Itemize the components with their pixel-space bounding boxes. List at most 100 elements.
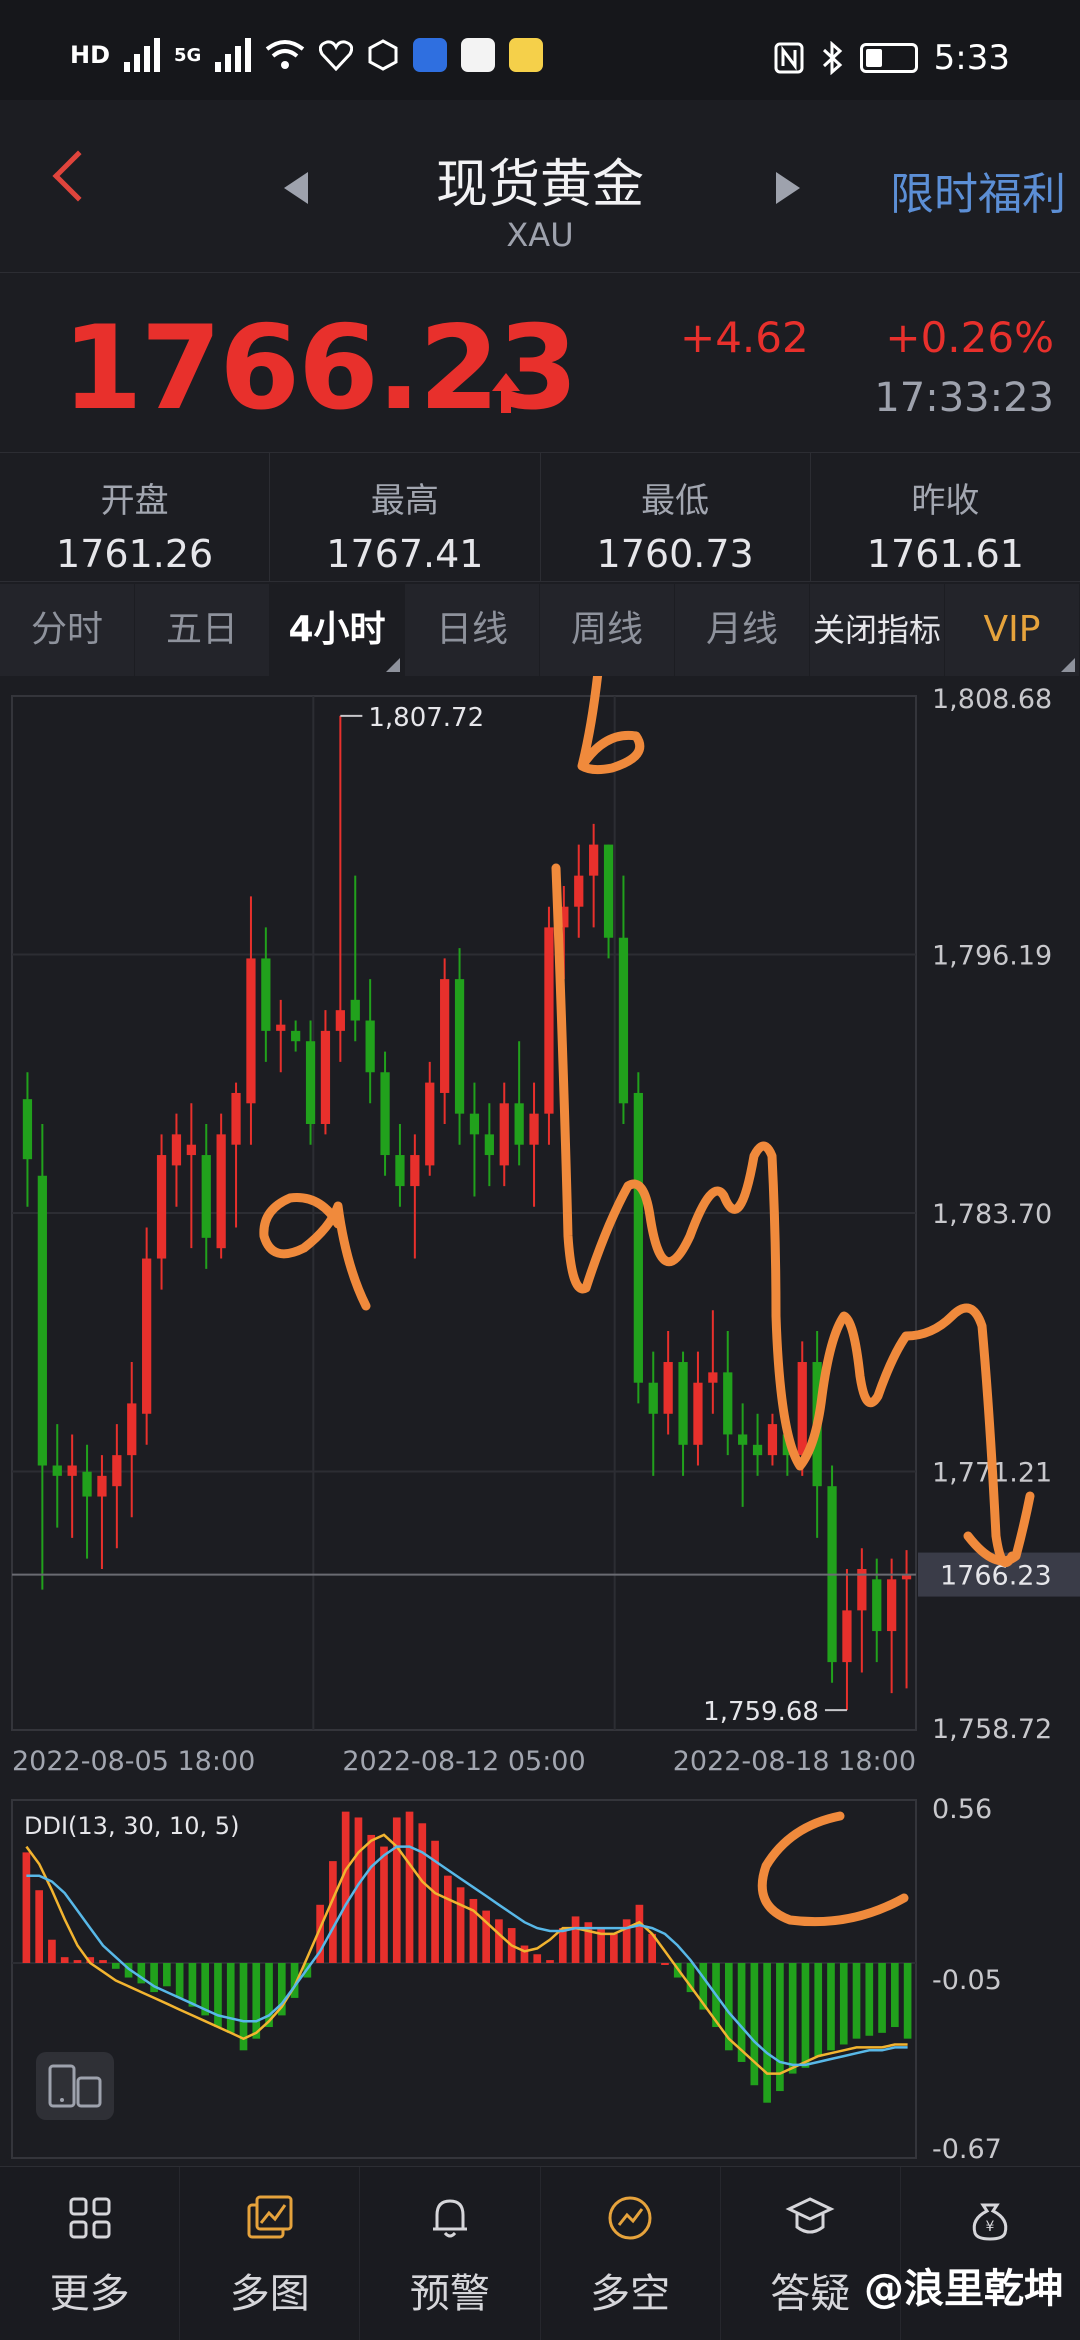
candle-body [708,1372,718,1383]
indicator-line-fast [25,1833,908,2075]
indicator-bar [22,1852,31,1963]
rotate-screen-icon [48,2064,102,2108]
hand-icon [368,39,398,71]
tab-intraday[interactable]: 分时 [0,584,135,676]
tab-monthly[interactable]: 月线 [675,584,810,676]
candlestick-chart[interactable]: 1,808.681,796.191,783.701,771.211,758.72… [0,676,1080,2166]
money-bag-icon: ¥ [973,2203,1008,2241]
nav-qa[interactable]: 答疑 [721,2167,901,2340]
indicator-bar [788,1962,797,2074]
nfc-icon [774,42,804,74]
stat-label: 昨收 [911,481,980,521]
bell-icon [432,2199,467,2238]
candle-body [261,958,271,1031]
indicator-tick-label: -0.05 [932,1965,1002,1996]
candle-body [291,1030,301,1042]
timeframe-tabs: 分时 五日 4小时 日线 周线 月线 关闭指标 VIP [0,584,1080,676]
tab-label: VIP [983,609,1041,650]
indicator-bar [73,1960,82,1963]
candle-body [142,1258,152,1414]
candle-body [335,1010,345,1031]
tab-close-indicators[interactable]: 关闭指标 [810,584,945,676]
chart-landscape-button[interactable] [36,2052,114,2120]
candle-body [246,958,256,1104]
tab-label: 4小时 [288,609,386,650]
candle-body [305,1041,316,1125]
nav-label: 预警 [409,2271,490,2317]
nav-money[interactable]: ¥ [901,2167,1080,2340]
candle-body [469,1113,480,1135]
nav-label: 更多 [49,2271,130,2317]
sina-app-icon [461,38,496,72]
indicator-bar [456,1887,465,1963]
candle-body [440,979,450,1093]
candle-body [723,1372,733,1435]
candle-body [216,1134,226,1249]
indicator-bar [546,1960,554,1963]
indicator-bar [329,1861,337,1963]
indicator-bar [558,1928,567,1963]
nav-bull-bear[interactable]: 多空 [541,2167,721,2340]
bluetooth-icon [822,41,842,75]
x-tick-label: 2022-08-18 18:00 [673,1746,916,1777]
svg-text:¥: ¥ [986,2219,995,2235]
promo-link[interactable]: 限时福利 [890,158,1066,222]
candle-body [52,1465,62,1476]
up-arrow-icon [492,373,520,413]
candle-body [156,1155,167,1259]
candle-body [231,1092,241,1145]
stat-open: 开盘 1761.26 [0,453,271,581]
candle-body [752,1444,763,1456]
stat-label: 最低 [641,481,710,521]
candle-body [425,1082,435,1166]
candle-body [350,999,360,1021]
network-type: 5G [174,44,202,66]
autohome-app-icon [413,38,448,72]
candle-body [37,1175,47,1466]
candle-body [693,1382,703,1445]
grid-icon [69,2197,111,2239]
indicator-bar [750,1962,759,2086]
indicator-bar [380,1846,388,1963]
indicator-bar [878,1962,886,2033]
nav-label: 多空 [590,2271,671,2317]
tab-daily[interactable]: 日线 [405,584,540,676]
low-label: 1,759.68 [703,1697,819,1727]
nav-multi-chart[interactable]: 多图 [180,2167,361,2340]
wifi-icon [266,40,305,69]
candle-body [22,1099,33,1160]
candle-body [499,1103,509,1166]
x-tick-label: 2022-08-05 18:00 [12,1746,255,1777]
tab-vip[interactable]: VIP [945,584,1080,676]
chart-area[interactable]: 1,808.68 1,796.19 1,783.70 1,771.21 1,758.72… [0,676,1080,2166]
indicator-bar [839,1962,848,2045]
nav-alert[interactable]: 预警 [360,2167,541,2340]
status-bar: HD 5G 5:33 [0,0,1080,100]
nav-label: 多图 [229,2271,310,2317]
dropdown-corner-icon [386,658,400,672]
candle-body [97,1475,107,1497]
candle-body [395,1155,405,1187]
tab-4h[interactable]: 4小时 [270,584,405,676]
stat-value: 1767.41 [326,532,484,576]
indicator-bar [60,1957,69,1963]
candle-body [887,1579,897,1632]
candle-body [201,1155,211,1238]
tab-five-day[interactable]: 五日 [135,584,270,676]
candle-body [663,1362,673,1414]
nav-more[interactable]: 更多 [0,2167,181,2340]
tab-weekly[interactable]: 周线 [540,584,675,676]
indicator-bar [827,1962,835,2051]
indicator-tick-label: 0.56 [932,1794,992,1825]
signal-icon [124,38,161,72]
indicator-bar [891,1962,899,2028]
candle-body [574,875,584,907]
indicator-bar [214,1962,222,2028]
bull-bear-icon [608,2196,652,2240]
indicator-name: DDI(13, 30, 10, 5) [24,1812,239,1840]
next-instrument-icon[interactable] [776,172,800,204]
candle-body [484,1134,494,1156]
candle-body [514,1103,524,1145]
indicator-tick-label: -0.67 [932,2134,1002,2165]
candle-body [648,1382,658,1414]
